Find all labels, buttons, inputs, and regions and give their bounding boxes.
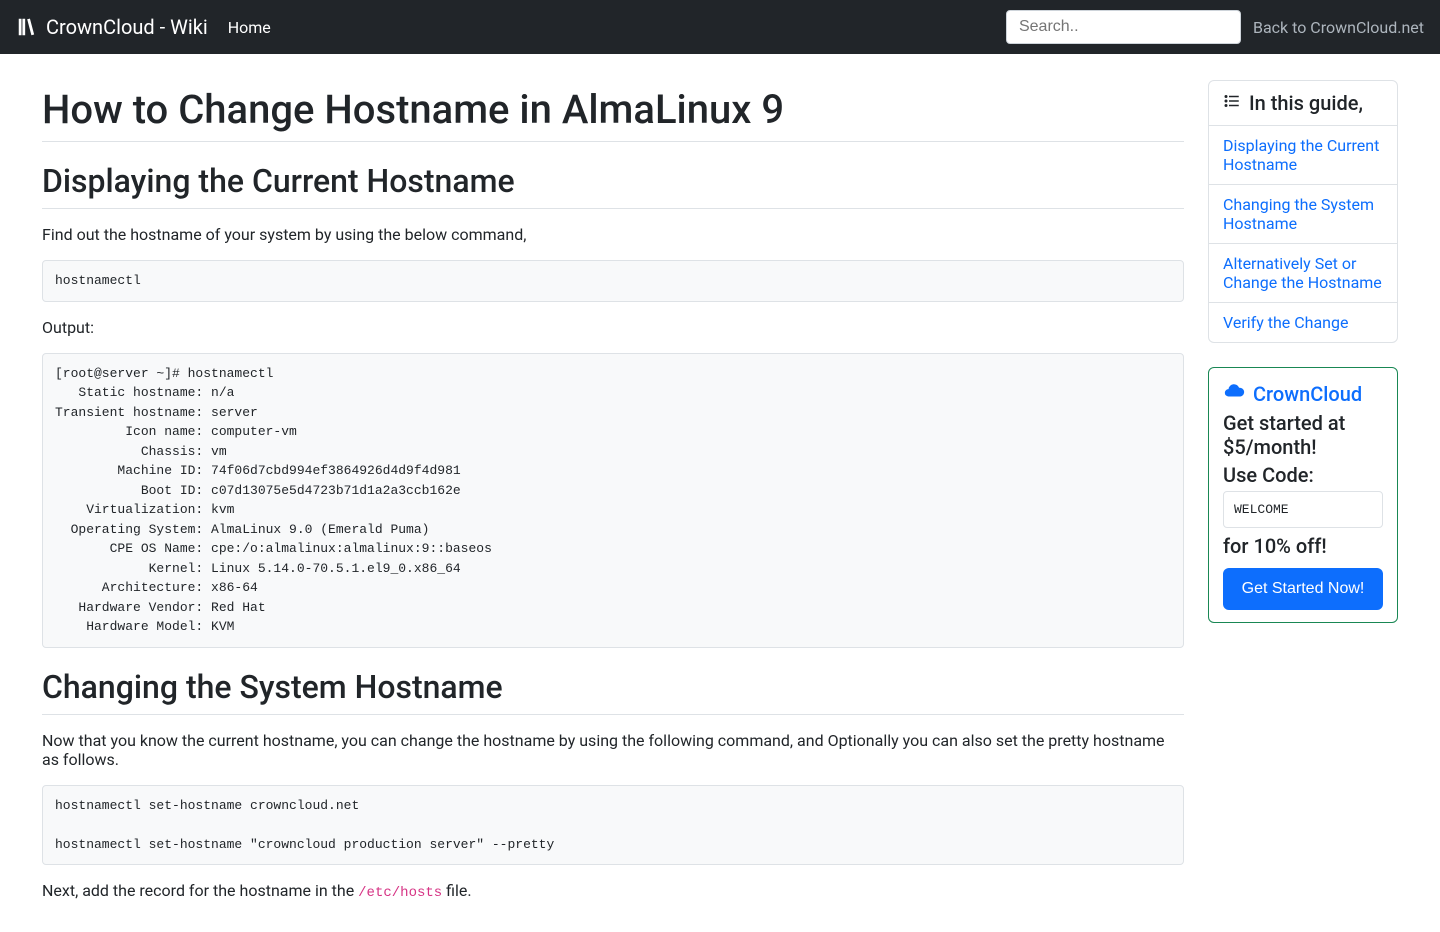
back-link[interactable]: Back to CrownCloud.net — [1253, 18, 1424, 37]
paragraph: Next, add the record for the hostname in… — [42, 881, 1184, 901]
section-heading-display: Displaying the Current Hostname — [42, 162, 1184, 209]
brand-link[interactable]: CrownCloud - Wiki — [16, 15, 208, 39]
toc-item[interactable]: Alternatively Set or Change the Hostname — [1209, 243, 1397, 302]
toc-item[interactable]: Changing the System Hostname — [1209, 184, 1397, 243]
sidebar: In this guide, Displaying the Current Ho… — [1208, 80, 1398, 917]
page-title: How to Change Hostname in AlmaLinux 9 — [42, 86, 1184, 142]
code-block: hostnamectl set-hostname crowncloud.net … — [42, 785, 1184, 866]
list-icon — [1223, 91, 1241, 115]
cloud-icon — [1223, 380, 1245, 407]
promo-code: WELCOME — [1223, 491, 1383, 528]
code-block: hostnamectl — [42, 260, 1184, 302]
toc-header: In this guide, — [1209, 81, 1397, 125]
toc: In this guide, Displaying the Current Ho… — [1208, 80, 1398, 343]
promo-off: for 10% off! — [1223, 534, 1383, 558]
search-input[interactable] — [1006, 10, 1241, 44]
toc-item[interactable]: Displaying the Current Hostname — [1209, 125, 1397, 184]
section-heading-change: Changing the System Hostname — [42, 668, 1184, 715]
main-content: How to Change Hostname in AlmaLinux 9 Di… — [42, 70, 1184, 917]
nav-home[interactable]: Home — [228, 18, 271, 37]
paragraph: Find out the hostname of your system by … — [42, 225, 1184, 244]
books-icon — [16, 16, 38, 38]
code-block-output: [root@server ~]# hostnamectl Static host… — [42, 353, 1184, 648]
output-label: Output: — [42, 318, 1184, 337]
get-started-button[interactable]: Get Started Now! — [1223, 568, 1383, 610]
promo-title: CrownCloud — [1223, 380, 1383, 407]
inline-code: /etc/hosts — [358, 885, 442, 901]
promo-sub: Get started at $5/month! — [1223, 411, 1383, 459]
brand-text: CrownCloud - Wiki — [46, 15, 208, 39]
toc-item[interactable]: Verify the Change — [1209, 302, 1397, 342]
navbar: CrownCloud - Wiki Home Back to CrownClou… — [0, 0, 1440, 54]
paragraph: Now that you know the current hostname, … — [42, 731, 1184, 769]
promo-card: CrownCloud Get started at $5/month! Use … — [1208, 367, 1398, 623]
promo-label: Use Code: — [1223, 463, 1383, 487]
